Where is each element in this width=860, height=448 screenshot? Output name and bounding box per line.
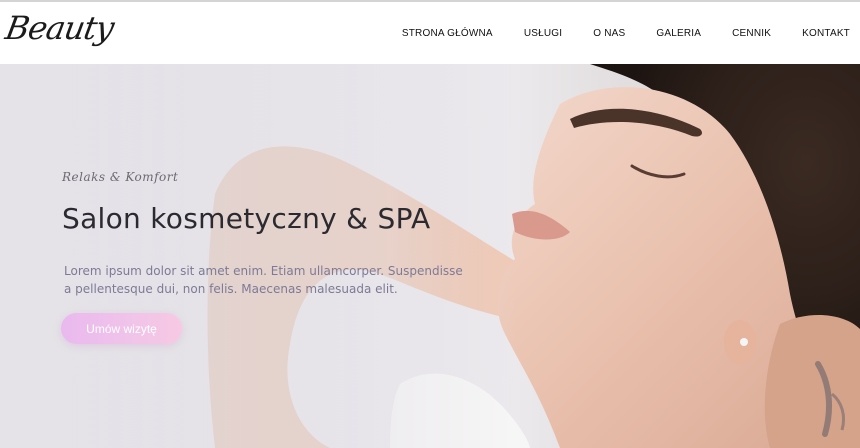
nav-item-services[interactable]: USŁUGI — [524, 28, 562, 39]
nav-item-home[interactable]: STRONA GŁÓWNA — [402, 28, 493, 39]
main-navigation: STRONA GŁÓWNA USŁUGI O NAS GALERIA CENNI… — [402, 2, 850, 64]
nav-item-about[interactable]: O NAS — [593, 28, 625, 39]
hero-description: Lorem ipsum dolor sit amet enim. Etiam u… — [64, 264, 463, 296]
hero-section: Relaks & Komfort Salon kosmetyczny & SPA… — [0, 64, 860, 448]
nav-item-contact[interactable]: KONTAKT — [802, 28, 850, 39]
page: Beauty STRONA GŁÓWNA USŁUGI O NAS GALERI… — [0, 0, 860, 448]
site-header: Beauty STRONA GŁÓWNA USŁUGI O NAS GALERI… — [0, 2, 860, 64]
book-appointment-button[interactable]: Umów wizytę — [61, 313, 182, 344]
hero-content: Relaks & Komfort Salon kosmetyczny & SPA… — [0, 64, 860, 448]
logo[interactable]: Beauty — [2, 6, 117, 50]
hero-headline: Salon kosmetyczny & SPA — [62, 202, 431, 235]
nav-item-pricing[interactable]: CENNIK — [732, 28, 771, 39]
nav-item-gallery[interactable]: GALERIA — [656, 28, 701, 39]
hero-tagline: Relaks & Komfort — [62, 170, 179, 184]
